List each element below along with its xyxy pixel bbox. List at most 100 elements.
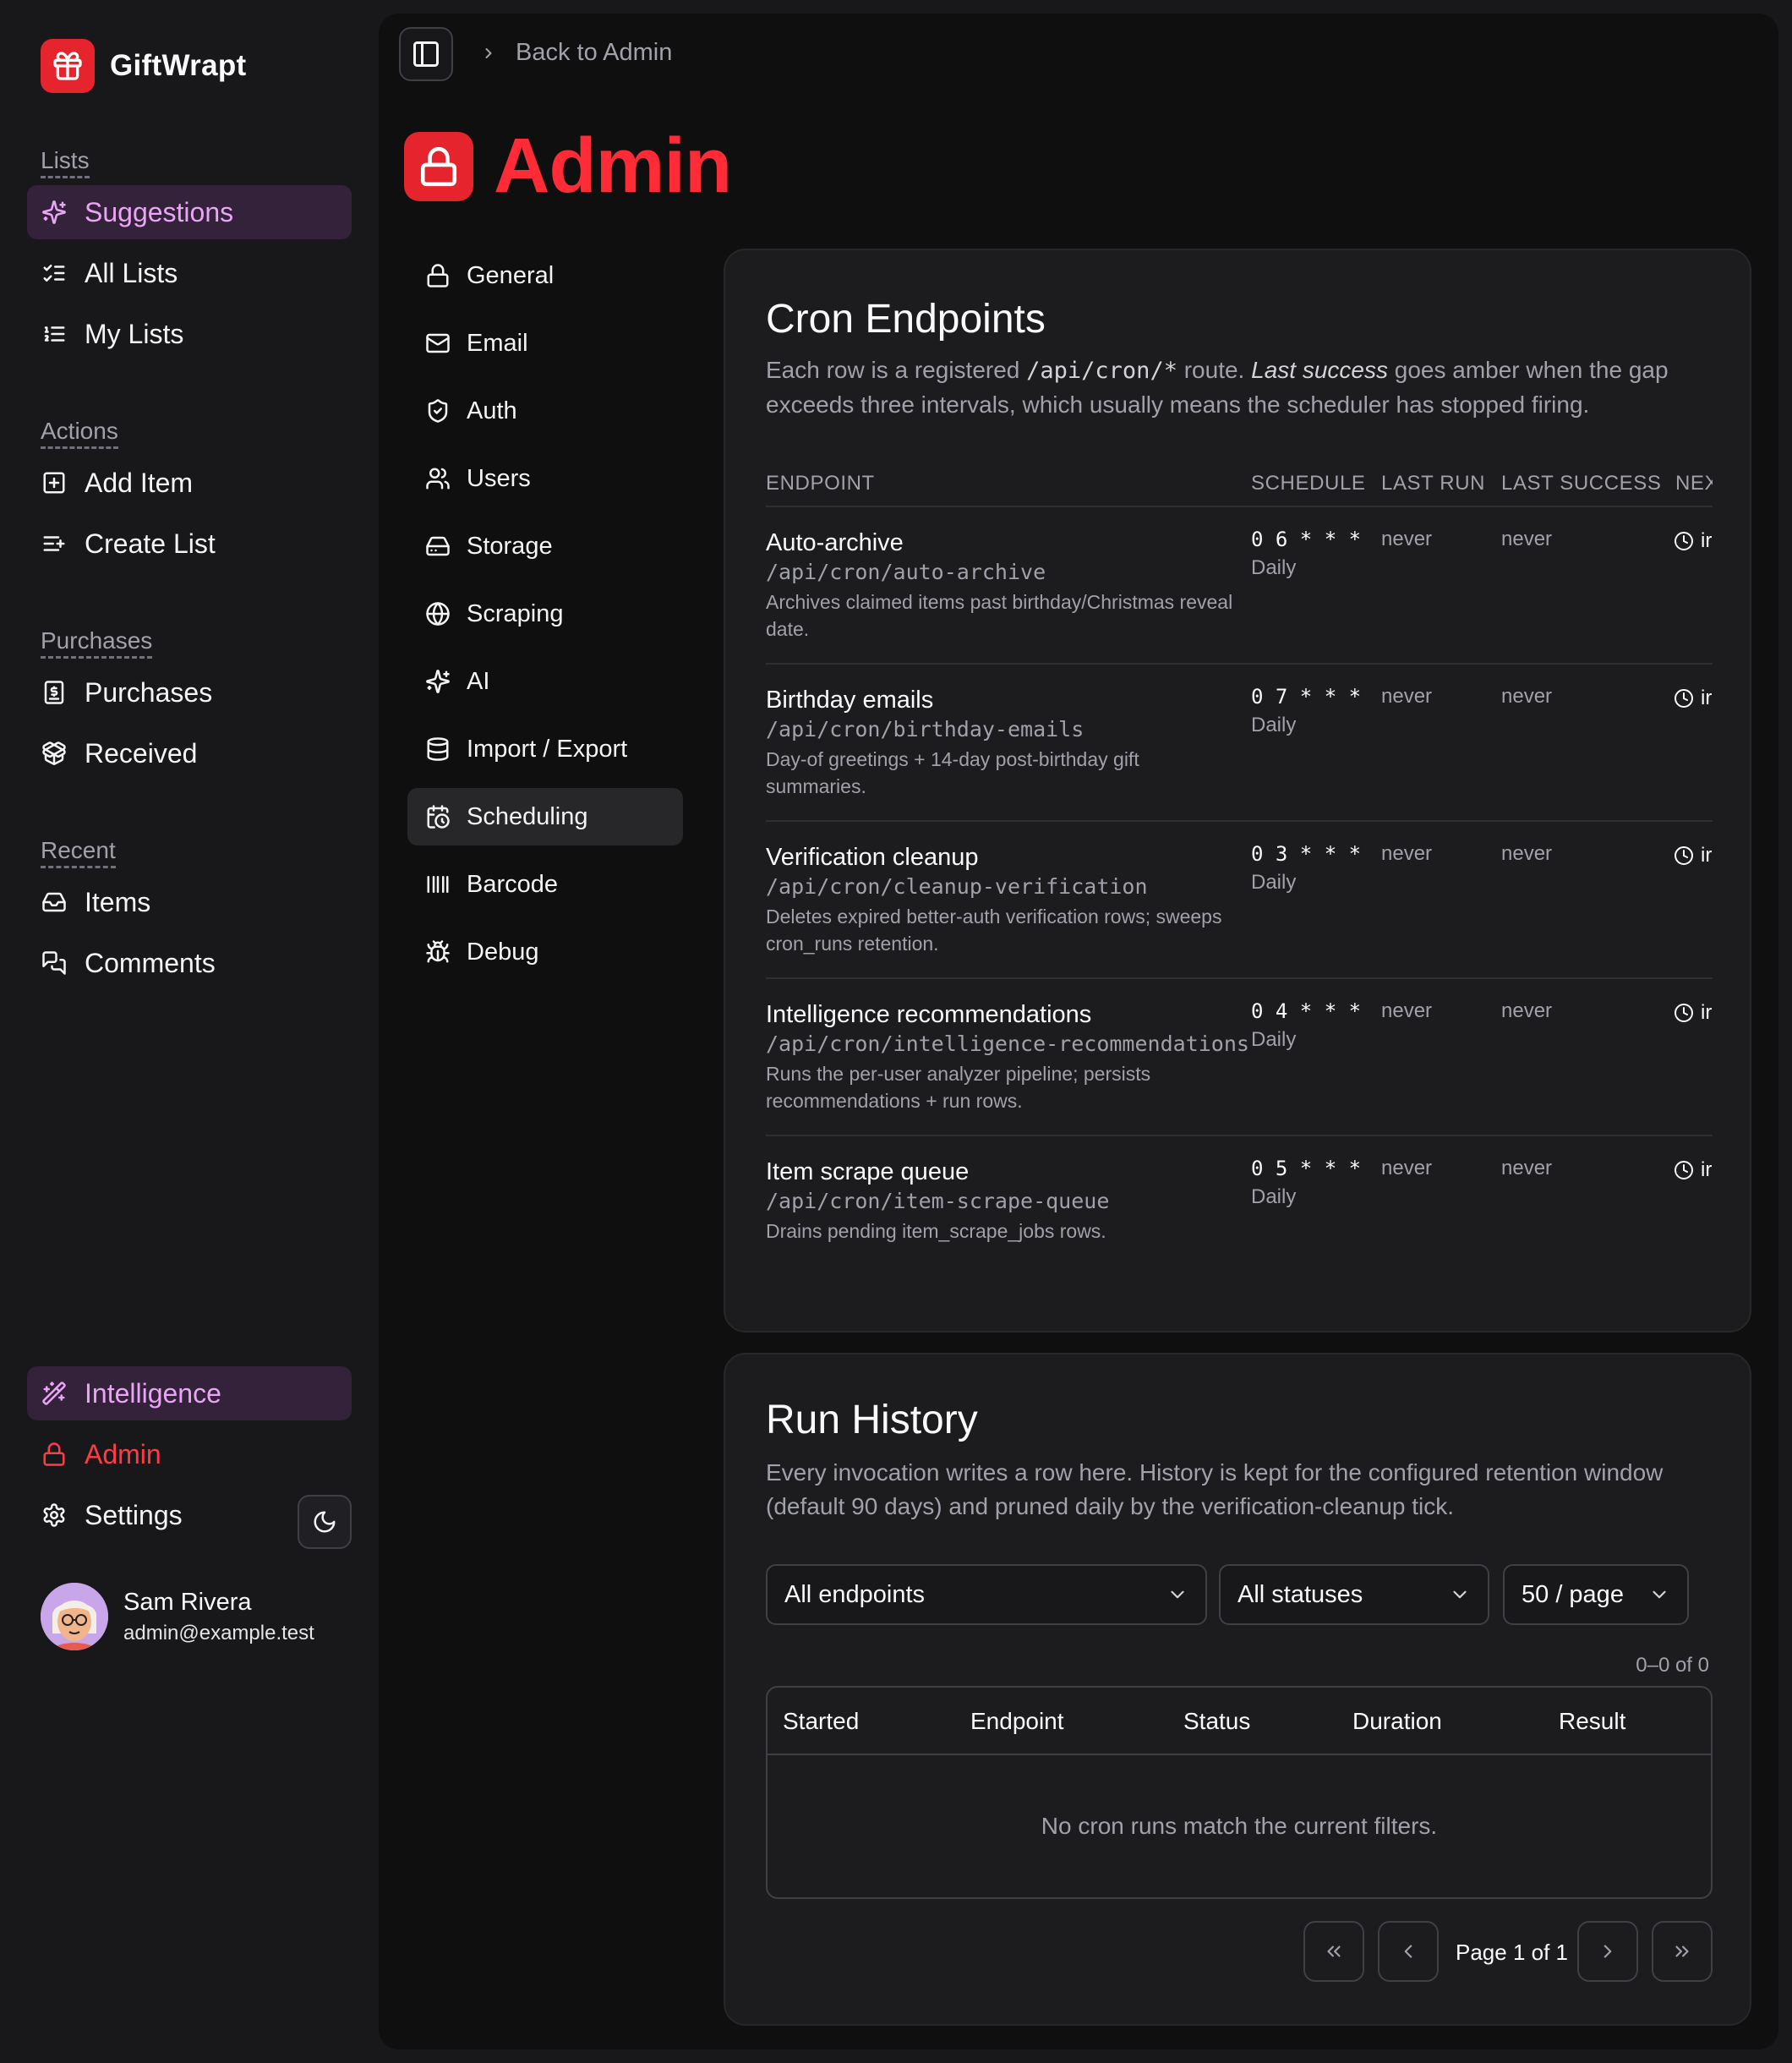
shield-icon (424, 397, 451, 424)
gear-icon (41, 1502, 68, 1529)
chevrons-right-icon (1671, 1940, 1693, 1962)
next-run: ir (1674, 844, 1712, 867)
subnav-ai[interactable]: AI (407, 653, 683, 710)
endpoint-name: Birthday emails (766, 687, 934, 714)
endpoint-name: Auto-archive (766, 529, 904, 556)
sidebar-item-items[interactable]: Items (27, 875, 352, 929)
table-row: Verification cleanup /api/cron/cleanup-v… (766, 822, 1713, 979)
endpoint-description: Drains pending item_scrape_jobs rows. (766, 1220, 1106, 1242)
subnav-scraping[interactable]: Scraping (407, 585, 683, 643)
select-value: All statuses (1237, 1580, 1363, 1608)
user-profile[interactable]: Sam Rivera admin@example.test (41, 1583, 314, 1650)
next-run: ir (1674, 1158, 1712, 1182)
last-page-button[interactable] (1652, 1921, 1713, 1982)
subnav-label: Email (467, 329, 528, 357)
endpoint-description: Archives claimed items past birthday/Chr… (766, 591, 1233, 640)
sidebar-item-add-item[interactable]: Add Item (27, 456, 352, 510)
admin-subnav: General Email Auth Users Storage Scrapin… (407, 247, 683, 991)
sidebar-item-purchases[interactable]: Purchases (27, 665, 352, 720)
table-header: ENDPOINT SCHEDULE LAST RUN LAST SUCCESS … (766, 462, 1713, 507)
subnav-email[interactable]: Email (407, 315, 683, 372)
users-icon (424, 465, 451, 492)
sidebar-item-all-lists[interactable]: All Lists (27, 246, 352, 300)
last-success-value: never (1501, 528, 1553, 550)
endpoint-path: /api/cron/item-scrape-queue (766, 1189, 1110, 1213)
cron-expression: 0 4 * * * (1251, 999, 1362, 1023)
previous-page-button[interactable] (1378, 1921, 1439, 1982)
page-title: Admin (404, 122, 732, 211)
subnav-users[interactable]: Users (407, 450, 683, 507)
endpoint-description: Deletes expired better-auth verification… (766, 906, 1222, 955)
wand-sparkles-icon (41, 1380, 68, 1407)
last-run-value: never (1381, 528, 1433, 550)
first-page-button[interactable] (1303, 1921, 1364, 1982)
chevron-right-icon (1597, 1940, 1619, 1962)
cron-expression: 0 6 * * * (1251, 528, 1362, 551)
subnav-barcode[interactable]: Barcode (407, 856, 683, 913)
endpoint-name: Verification cleanup (766, 844, 979, 871)
table-row: Intelligence recommendations /api/cron/i… (766, 979, 1713, 1136)
subnav-label: Scraping (467, 599, 564, 627)
subnav-label: Users (467, 464, 531, 492)
subnav-label: Scheduling (467, 802, 588, 830)
sidebar-item-intelligence[interactable]: Intelligence (27, 1366, 352, 1420)
breadcrumb-back-link[interactable]: Back to Admin (516, 39, 672, 67)
column-header-status[interactable]: Status (1183, 1708, 1250, 1735)
endpoint-name: Item scrape queue (766, 1158, 970, 1185)
calendar-clock-icon (424, 803, 451, 830)
desc-text: route. (1177, 357, 1252, 383)
desc-text: Each row is a registered (766, 357, 1027, 383)
subnav-storage[interactable]: Storage (407, 517, 683, 575)
column-header-last-run: LAST RUN (1381, 472, 1486, 495)
next-page-button[interactable] (1577, 1921, 1638, 1982)
cron-endpoints-card: Cron Endpoints Each row is a registered … (724, 249, 1751, 1332)
endpoint-path: /api/cron/birthday-emails (766, 717, 1084, 741)
status-filter-select[interactable]: All statuses (1219, 1564, 1489, 1625)
sidebar-toggle-button[interactable] (399, 27, 453, 81)
mail-icon (424, 330, 451, 357)
hard-drive-icon (424, 533, 451, 560)
subnav-general[interactable]: General (407, 247, 683, 304)
sidebar-item-received[interactable]: Received (27, 726, 352, 780)
sidebar-item-label: Received (85, 737, 198, 769)
bug-icon (424, 938, 451, 966)
subnav-auth[interactable]: Auth (407, 382, 683, 440)
sidebar-item-comments[interactable]: Comments (27, 936, 352, 990)
sidebar-item-my-lists[interactable]: My Lists (27, 307, 352, 361)
last-success-value: never (1501, 842, 1553, 865)
endpoint-path: /api/cron/cleanup-verification (766, 874, 1148, 899)
column-header-next: NEX (1675, 472, 1713, 495)
column-header-endpoint[interactable]: Endpoint (970, 1708, 1064, 1735)
cron-endpoints-table: ENDPOINT SCHEDULE LAST RUN LAST SUCCESS … (766, 462, 1713, 1263)
nav-group-purchases: Purchases Purchases Received (27, 627, 352, 780)
column-header-started[interactable]: Started (783, 1708, 859, 1735)
subnav-scheduling[interactable]: Scheduling (407, 788, 683, 845)
subnav-debug[interactable]: Debug (407, 923, 683, 981)
last-success-value: never (1501, 1157, 1553, 1179)
subnav-label: Import / Export (467, 735, 628, 763)
next-run: ir (1674, 529, 1712, 553)
chevron-down-icon (1449, 1584, 1471, 1606)
subnav-label: Debug (467, 938, 539, 966)
nav-group-recent: Recent Items Comments (27, 837, 352, 990)
sidebar-item-label: Add Item (85, 467, 194, 498)
column-header-last-success: LAST SUCCESS (1501, 472, 1662, 495)
theme-toggle-button[interactable] (298, 1495, 352, 1549)
sidebar-item-admin[interactable]: Admin (27, 1427, 352, 1481)
sidebar-item-suggestions[interactable]: Suggestions (27, 185, 352, 239)
sidebar-item-create-list[interactable]: Create List (27, 517, 352, 571)
brand[interactable]: GiftWrapt (41, 39, 246, 93)
sidebar-item-label: Items (85, 886, 151, 917)
next-run-value: ir (1701, 1158, 1713, 1181)
page-size-select[interactable]: 50 / page (1503, 1564, 1689, 1625)
next-run-value: ir (1701, 687, 1713, 709)
result-range: 0–0 of 0 (1636, 1654, 1709, 1677)
column-header-result[interactable]: Result (1559, 1708, 1625, 1735)
cron-expression: 0 3 * * * (1251, 842, 1362, 866)
next-run: ir (1674, 1001, 1712, 1025)
database-icon (424, 736, 451, 763)
schedule-frequency: Daily (1251, 556, 1297, 579)
subnav-import-export[interactable]: Import / Export (407, 720, 683, 778)
endpoint-filter-select[interactable]: All endpoints (766, 1564, 1207, 1625)
column-header-duration[interactable]: Duration (1352, 1708, 1442, 1735)
